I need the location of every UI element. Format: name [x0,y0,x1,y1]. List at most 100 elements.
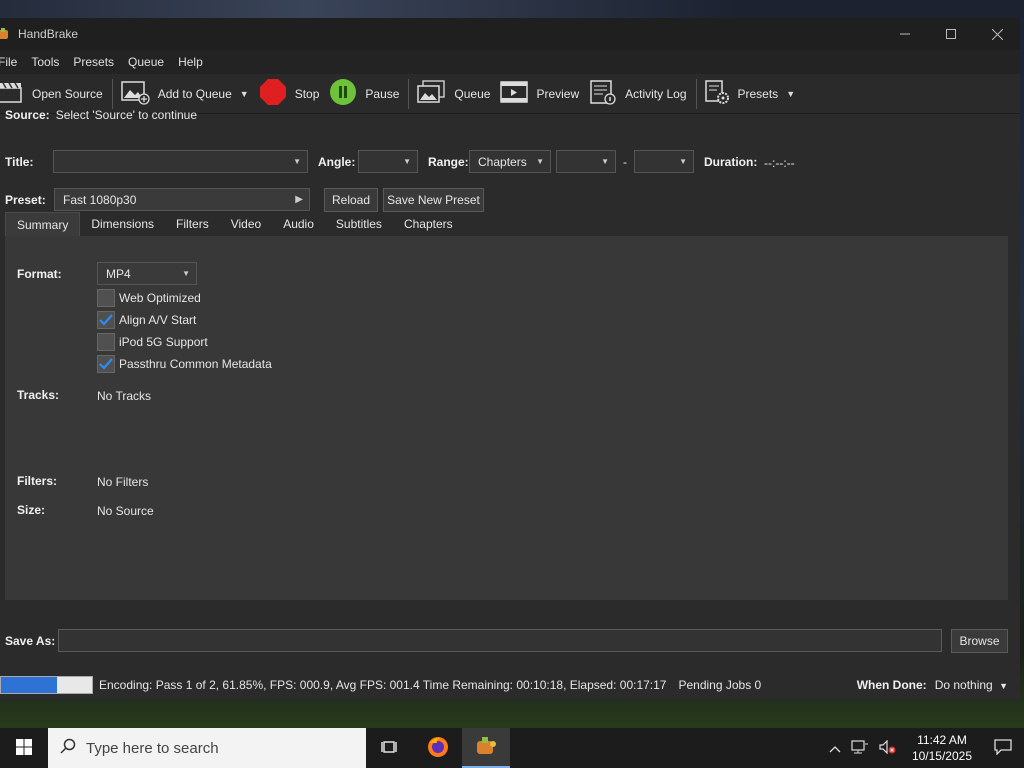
filters-value: No Filters [97,475,149,489]
add-to-queue-button[interactable]: Add to Queue ▼ [116,75,253,113]
settings-tabs: Summary Dimensions Filters Video Audio S… [5,212,464,236]
chevron-down-icon: ▼ [182,269,190,278]
activity-log-button[interactable]: Activity Log [585,75,690,113]
handbrake-icon [474,734,498,761]
start-button[interactable] [0,728,48,768]
pause-button[interactable]: Pause [325,75,403,113]
activity-log-icon [589,79,617,108]
close-button[interactable] [974,18,1020,50]
save-new-preset-button[interactable]: Save New Preset [383,188,484,212]
clapperboard-icon [0,80,24,107]
title-bar[interactable]: HandBrake [0,18,1020,50]
taskbar-firefox[interactable] [414,728,462,768]
chevron-down-icon: ▼ [293,157,301,166]
maximize-button[interactable] [928,18,974,50]
pending-jobs: Pending Jobs 0 [678,678,762,692]
desktop-background [0,0,1024,20]
menu-tools[interactable]: Tools [24,55,66,69]
preset-label: Preset: [5,193,46,207]
taskbar-search-box[interactable]: Type here to search [48,728,366,768]
tab-chapters[interactable]: Chapters [393,212,464,236]
firefox-icon [426,735,450,762]
status-bar: Encoding: Pass 1 of 2, 61.85%, FPS: 000.… [0,672,1020,698]
size-value: No Source [97,504,154,518]
presets-button[interactable]: Presets ▼ [700,75,800,113]
save-as-input[interactable] [58,629,942,652]
network-icon[interactable] [846,739,874,757]
chevron-down-icon: ▼ [536,157,544,166]
passthru-metadata-label: Passthru Common Metadata [119,357,272,371]
tracks-label: Tracks: [17,388,60,402]
chevron-down-icon: ▼ [601,157,609,166]
source-row: Source: Select 'Source' to continue [5,108,197,122]
preset-selector[interactable]: Fast 1080p30 ▶ [54,188,310,211]
stop-button[interactable]: Stop [255,75,324,113]
handbrake-app-icon [0,27,10,41]
tab-video[interactable]: Video [220,212,272,236]
menu-bar: File Tools Presets Queue Help [0,50,1020,74]
chevron-down-icon: ▼ [679,157,687,166]
menu-file[interactable]: File [0,55,24,69]
queue-label: Queue [454,86,491,101]
format-dropdown[interactable]: MP4 ▼ [97,262,197,285]
range-start-dropdown[interactable]: ▼ [556,150,616,173]
task-view-button[interactable] [366,728,414,768]
toolbar-separator [408,78,410,109]
ipod-5g-support-label: iPod 5G Support [119,335,208,349]
menu-presets[interactable]: Presets [66,55,121,69]
ipod-5g-support-checkbox[interactable]: iPod 5G Support [97,333,208,351]
progress-fill [1,677,58,693]
tab-audio[interactable]: Audio [272,212,325,236]
window-title: HandBrake [18,27,79,41]
toolbar-separator [695,78,697,109]
system-tray: 11:42 AM 10/15/2025 [824,728,1024,768]
taskbar-handbrake[interactable] [462,728,510,768]
checkmark-icon [97,355,115,373]
open-source-button[interactable]: Open Source [0,75,107,113]
minimize-button[interactable] [882,18,928,50]
format-value: MP4 [106,266,131,281]
angle-label: Angle: [318,155,356,169]
checkbox-box [97,289,115,307]
passthru-metadata-checkbox[interactable]: Passthru Common Metadata [97,355,272,373]
add-image-icon [120,79,150,108]
stop-label: Stop [294,86,320,101]
angle-dropdown[interactable]: ▼ [358,150,418,173]
range-end-dropdown[interactable]: ▼ [634,150,694,173]
filters-label: Filters: [17,474,58,488]
range-type-dropdown[interactable]: Chapters ▼ [469,150,551,173]
clock-date: 10/15/2025 [911,749,972,763]
when-done-label: When Done: [856,678,927,692]
stop-icon [259,78,287,109]
align-av-start-checkbox[interactable]: Align A/V Start [97,311,196,329]
chevron-down-icon[interactable]: ▼ [786,89,795,99]
when-done-dropdown[interactable]: Do nothing ▼ [935,678,1008,692]
tab-filters[interactable]: Filters [165,212,220,236]
reload-button[interactable]: Reload [324,188,378,212]
queue-button[interactable]: Queue [412,75,494,113]
tab-subtitles[interactable]: Subtitles [325,212,393,236]
tab-dimensions[interactable]: Dimensions [80,212,165,236]
pause-label: Pause [365,86,400,101]
source-label: Source: [5,108,50,122]
web-optimized-checkbox[interactable]: Web Optimized [97,289,201,307]
browse-button[interactable]: Browse [951,629,1008,653]
chevron-down-icon[interactable]: ▼ [240,89,249,99]
film-preview-icon [500,80,529,107]
volume-muted-icon[interactable] [874,739,902,757]
windows-logo-icon [16,738,32,758]
menu-help[interactable]: Help [171,55,210,69]
taskbar-clock[interactable]: 11:42 AM 10/15/2025 [912,732,972,764]
when-done-value: Do nothing [934,678,993,692]
activity-log-label: Activity Log [625,86,687,101]
tab-summary[interactable]: Summary [5,212,81,236]
preview-button[interactable]: Preview [496,75,583,113]
search-icon [60,738,76,758]
size-label: Size: [17,503,46,517]
menu-queue[interactable]: Queue [121,55,171,69]
title-dropdown[interactable]: ▼ [53,150,308,173]
chevron-up-icon[interactable] [824,741,846,756]
align-av-start-label: Align A/V Start [119,313,197,327]
notifications-button[interactable] [982,728,1024,768]
chevron-right-icon: ▶ [295,194,303,205]
